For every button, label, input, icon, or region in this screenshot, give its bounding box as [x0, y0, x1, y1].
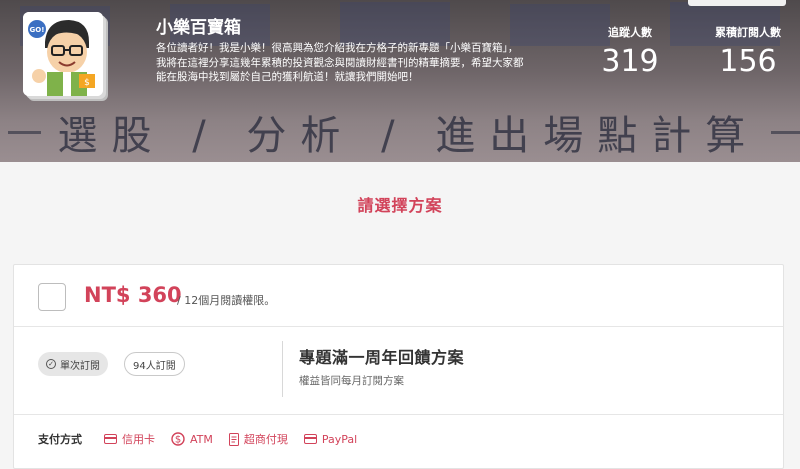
subscription-type-label: 單次訂閱	[60, 360, 100, 372]
followers-stat: 追蹤人數 319	[598, 24, 662, 79]
paypal-card-icon	[303, 434, 317, 444]
payment-option-label: ATM	[190, 432, 213, 446]
svg-text:$: $	[84, 78, 90, 88]
tagline-rule-right	[771, 130, 800, 134]
avatar-cartoon: GO! $	[23, 12, 103, 96]
plan-period: / 12個月閱讀權限。	[177, 294, 276, 307]
followers-label: 追蹤人數	[608, 26, 652, 39]
payment-option-label: 超商付現	[243, 433, 288, 446]
payment-option-label: PayPal	[321, 432, 358, 446]
divider	[282, 341, 283, 397]
cover-title: 選股 / 分析 / 進出場點計算	[57, 113, 760, 159]
check-circle-icon: ✓	[46, 359, 56, 369]
header-action-button[interactable]	[688, 0, 786, 6]
payment-option-label: 信用卡	[122, 433, 155, 446]
subscriber-count-label: 94人訂閱	[133, 360, 176, 372]
plan-header: NT$ 360 / 12個月閱讀權限。	[14, 265, 783, 327]
receipt-icon	[228, 432, 239, 446]
credit-card-icon	[104, 434, 117, 444]
plan-card[interactable]: NT$ 360 / 12個月閱讀權限。 ✓ 單次訂閱 94人訂閱 專題滿一周年回…	[13, 264, 784, 469]
subscriber-count-badge: 94人訂閱	[124, 352, 185, 376]
subscribers-count: 156	[719, 44, 777, 79]
tagline-rule-left	[8, 130, 42, 134]
plan-select-checkbox[interactable]	[38, 283, 66, 311]
subscribers-label: 累積訂閱人數	[715, 26, 781, 39]
subscription-type-badge: ✓ 單次訂閱	[38, 352, 108, 376]
avatar-badge-text: GO!	[30, 26, 45, 34]
payment-label: 支付方式	[38, 433, 82, 446]
blog-description: 各位讀者好！我是小樂！很高興為您介紹我在方格子的新專題「小樂百寶箱」，我將在這裡…	[156, 42, 524, 83]
plan-price: NT$ 360	[84, 283, 182, 307]
payment-option-convenience-store[interactable]: 超商付現	[228, 431, 288, 447]
plan-note: 權益皆同每月訂閱方案	[299, 375, 404, 387]
plan-details: ✓ 單次訂閱 94人訂閱 專題滿一周年回饋方案 權益皆同每月訂閱方案	[14, 327, 783, 415]
cover-tagline: 選股 / 分析 / 進出場點計算	[0, 104, 800, 160]
avatar: GO! $	[23, 12, 103, 96]
svg-text:$: $	[175, 435, 181, 446]
plan-name: 專題滿一周年回饋方案	[299, 348, 465, 367]
blog-header: 選股 / 分析 / 進出場點計算 GO! $ 小樂百寶箱 各位讀者好！我是小樂！…	[0, 0, 800, 162]
payment-option-atm[interactable]: $ ATM	[171, 432, 213, 446]
payment-option-credit-card[interactable]: 信用卡	[104, 431, 155, 447]
dollar-icon: $	[171, 432, 185, 446]
subscribers-stat: 累積訂閱人數 156	[710, 24, 786, 79]
blog-title[interactable]: 小樂百寶箱	[156, 13, 241, 38]
choose-plan-heading: 請選擇方案	[357, 196, 443, 215]
payment-option-paypal[interactable]: PayPal	[303, 432, 358, 446]
payment-methods: 支付方式 信用卡 $ ATM 超商付現 PayPal	[14, 415, 783, 463]
followers-count: 319	[601, 44, 659, 79]
